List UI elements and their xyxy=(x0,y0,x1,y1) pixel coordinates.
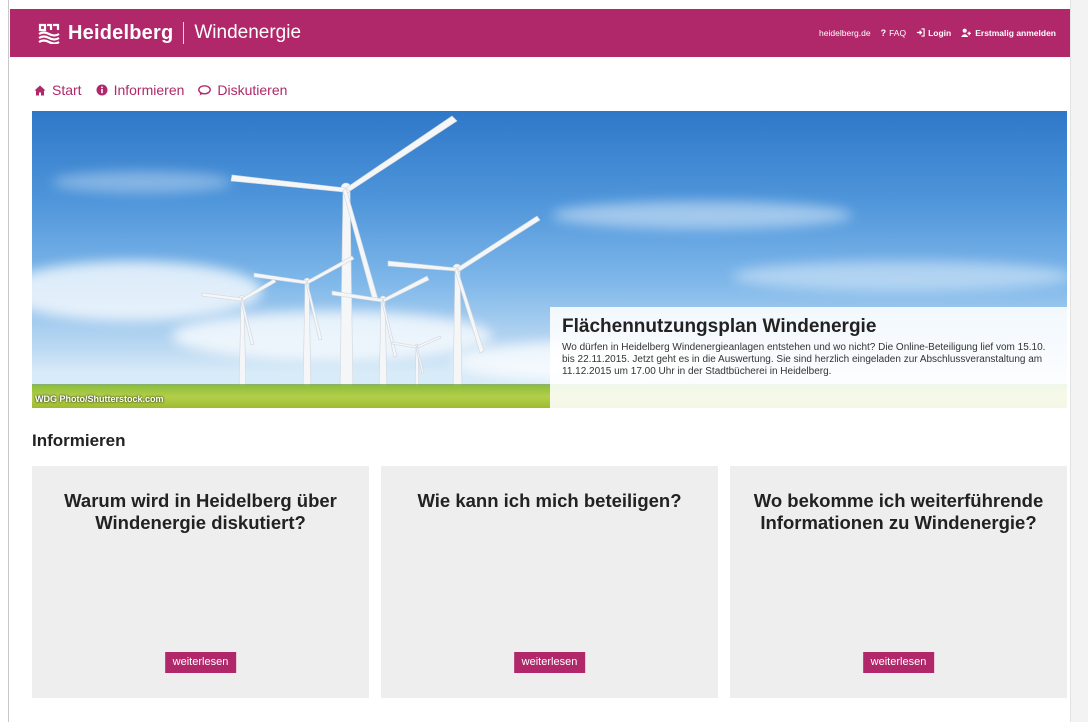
link-label: FAQ xyxy=(889,28,907,38)
question-icon: ? xyxy=(880,28,887,38)
user-add-icon xyxy=(961,28,972,39)
nav-label: Start xyxy=(52,82,82,98)
hero-caption-box[interactable]: Flächennutzungsplan Windenergie Wo dürfe… xyxy=(550,307,1067,408)
link-login[interactable]: Login xyxy=(916,27,952,39)
info-card[interactable]: Wo bekomme ich weiterführende Informatio… xyxy=(730,466,1067,698)
nav-diskutieren[interactable]: Diskutieren xyxy=(198,82,287,98)
link-register[interactable]: Erstmalig anmelden xyxy=(961,28,1056,39)
photo-credit: WDG Photo/Shutterstock.com xyxy=(35,394,164,404)
brand-subtitle[interactable]: Windenergie xyxy=(194,22,301,44)
comment-icon xyxy=(198,84,212,96)
hero-title[interactable]: Flächennutzungsplan Windenergie xyxy=(562,316,1055,338)
read-more-button[interactable]: weiterlesen xyxy=(513,652,586,673)
info-cards: Warum wird in Heidelberg über Windenergi… xyxy=(32,466,1067,698)
read-more-button[interactable]: weiterlesen xyxy=(164,652,237,673)
home-icon xyxy=(34,85,46,96)
brand-name[interactable]: Heidelberg xyxy=(68,22,173,45)
hero-text: Wo dürfen in Heidelberg Windenergieanlag… xyxy=(562,342,1046,377)
window-frame-left xyxy=(0,0,9,722)
top-navigation: heidelberg.de ? FAQ Login Erstmalig anme… xyxy=(819,27,1056,39)
card-title[interactable]: Warum wird in Heidelberg über Windenergi… xyxy=(32,490,369,534)
scrollbar[interactable] xyxy=(1070,0,1088,722)
link-label: Erstmalig anmelden xyxy=(975,28,1056,38)
login-icon xyxy=(916,27,925,39)
link-label: heidelberg.de xyxy=(819,28,871,38)
nav-label: Diskutieren xyxy=(217,82,288,98)
link-label: Login xyxy=(928,28,952,38)
section-title: Informieren xyxy=(32,431,126,450)
heidelberg-logo-icon[interactable] xyxy=(38,22,60,45)
nav-informieren[interactable]: Informieren xyxy=(96,82,185,98)
brand-divider xyxy=(183,22,185,44)
info-circle-icon xyxy=(96,84,108,96)
window-frame-top xyxy=(0,0,1088,9)
header-bar: Heidelberg Windenergie heidelberg.de ? F… xyxy=(10,9,1070,57)
main-navigation: Start Informieren Diskutieren xyxy=(34,82,287,98)
nav-start[interactable]: Start xyxy=(34,82,82,98)
info-card[interactable]: Warum wird in Heidelberg über Windenergi… xyxy=(32,466,369,698)
hero-banner[interactable]: WDG Photo/Shutterstock.com Flächennutzun… xyxy=(32,111,1067,408)
nav-label: Informieren xyxy=(113,82,185,98)
card-title[interactable]: Wo bekomme ich weiterführende Informatio… xyxy=(730,490,1067,534)
info-card[interactable]: Wie kann ich mich beteiligen? weiterlese… xyxy=(381,466,718,698)
link-heidelberg-de[interactable]: heidelberg.de xyxy=(819,28,871,38)
read-more-button[interactable]: weiterlesen xyxy=(862,652,935,673)
card-title[interactable]: Wie kann ich mich beteiligen? xyxy=(381,490,718,512)
link-faq[interactable]: ? FAQ xyxy=(881,28,907,38)
